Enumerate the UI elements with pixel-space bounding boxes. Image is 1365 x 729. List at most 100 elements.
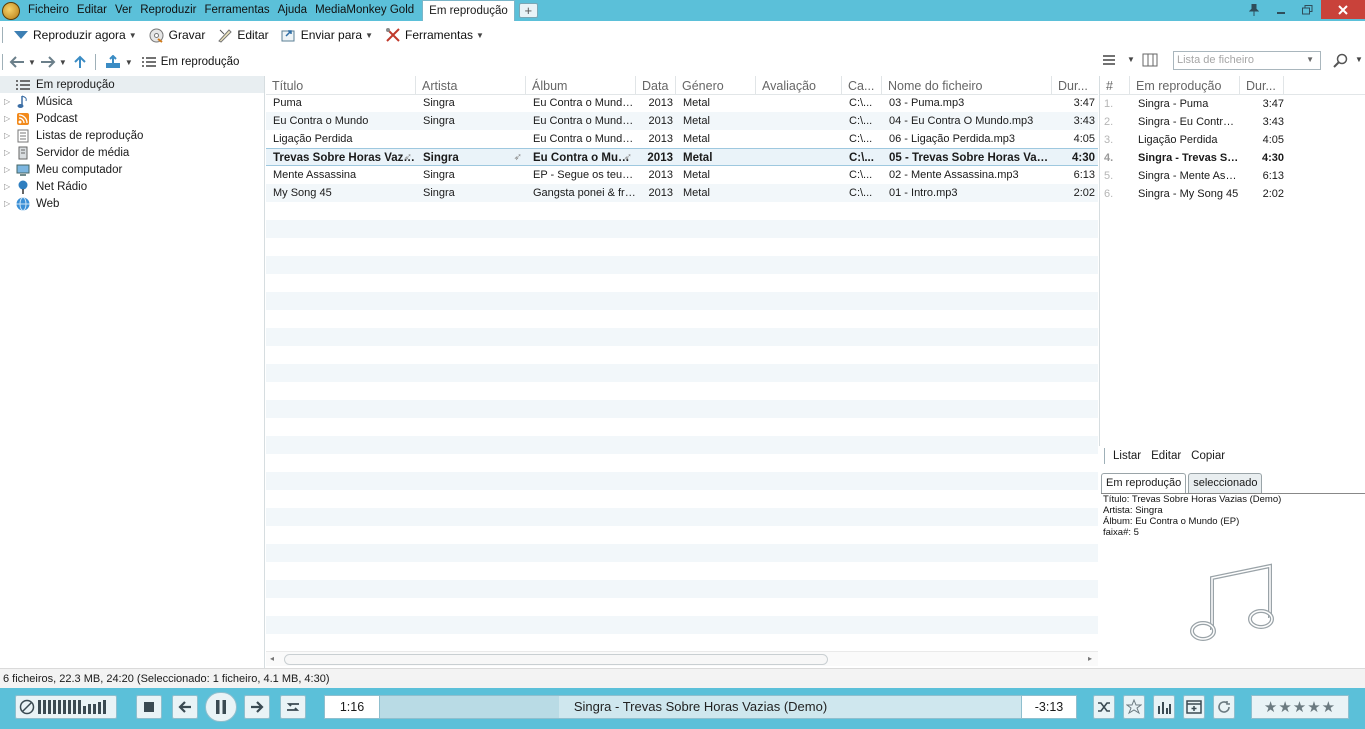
- column-header-duration[interactable]: Dur...: [1240, 76, 1284, 94]
- menu-ficheiro[interactable]: Ficheiro: [24, 0, 73, 21]
- equalizer-button[interactable]: [1153, 695, 1175, 719]
- tree-item-listas[interactable]: ▷ Listas de reprodução: [0, 127, 264, 144]
- add-tab-button[interactable]: +: [518, 3, 538, 18]
- seek-bar[interactable]: Singra - Trevas Sobre Horas Vazias (Demo…: [379, 695, 1022, 719]
- shuffle-button[interactable]: [1093, 695, 1115, 719]
- close-button[interactable]: [1321, 0, 1365, 19]
- expand-arrow-icon[interactable]: ▷: [4, 165, 16, 174]
- list-item[interactable]: 6. Singra - My Song 45 2:02: [1100, 185, 1365, 203]
- column-header-title[interactable]: Título: [266, 76, 416, 94]
- table-row[interactable]: Puma Singra Eu Contra o Mundo (EP) 2013 …: [266, 94, 1098, 112]
- burn-button[interactable]: Gravar: [143, 24, 212, 46]
- table-row[interactable]: Eu Contra o Mundo Singra Eu Contra o Mun…: [266, 112, 1098, 130]
- tree-item-meu-computador[interactable]: ▷ Meu computador: [0, 161, 264, 178]
- pin-icon[interactable]: [1240, 0, 1267, 19]
- next-button[interactable]: [244, 695, 270, 719]
- list-item[interactable]: 5. Singra - Mente Assassina 6:13: [1100, 167, 1365, 185]
- chevron-down-icon[interactable]: ▼: [1306, 55, 1314, 64]
- expand-arrow-icon[interactable]: ▷: [4, 131, 16, 140]
- elapsed-time[interactable]: 1:16: [324, 695, 380, 719]
- mute-volume-button[interactable]: [15, 695, 117, 719]
- chevron-down-icon[interactable]: ▼: [28, 58, 36, 67]
- column-header-rating[interactable]: Avaliação: [756, 76, 842, 94]
- column-header-genre[interactable]: Género: [676, 76, 756, 94]
- menu-ajuda[interactable]: Ajuda: [274, 0, 311, 21]
- up-button[interactable]: [69, 51, 91, 73]
- remaining-time[interactable]: -3:13: [1021, 695, 1077, 719]
- chevron-down-icon[interactable]: ▼: [125, 58, 133, 67]
- list-item[interactable]: 1. Singra - Puma 3:47: [1100, 95, 1365, 113]
- table-row[interactable]: Ligação Perdida Eu Contra o Mundo (EP) 2…: [266, 130, 1098, 148]
- tree-item-servidor[interactable]: ▷ Servidor de média: [0, 144, 264, 161]
- column-header-duration[interactable]: Dur...: [1052, 76, 1098, 94]
- tab-em-reproducao[interactable]: Em reprodução: [422, 0, 515, 21]
- breadcrumb[interactable]: Em reprodução: [137, 51, 244, 73]
- expand-arrow-icon[interactable]: ▷: [4, 97, 16, 106]
- previous-button[interactable]: [172, 695, 198, 719]
- search-input[interactable]: Lista de ficheiro ▼: [1173, 51, 1321, 70]
- tab-now-playing-info[interactable]: Em reprodução: [1101, 473, 1187, 493]
- list-button[interactable]: Listar: [1113, 450, 1141, 462]
- table-row[interactable]: Mente Assassina Singra EP - Segue os teu…: [266, 166, 1098, 184]
- tree-item-musica[interactable]: ▷ Música: [0, 93, 264, 110]
- menu-mediamonkey-gold[interactable]: MediaMonkey Gold: [311, 0, 418, 21]
- column-view-icon[interactable]: [1142, 53, 1158, 70]
- tools-button[interactable]: Ferramentas ▼: [379, 24, 490, 46]
- pause-button[interactable]: [205, 692, 237, 722]
- column-header-path[interactable]: Ca...: [842, 76, 882, 94]
- view-list-icon[interactable]: [1102, 54, 1116, 69]
- column-header-filename[interactable]: Nome do ficheiro: [882, 76, 1052, 94]
- column-header-album[interactable]: Álbum: [526, 76, 636, 94]
- tab-selected-info[interactable]: seleccionado: [1188, 473, 1263, 493]
- expand-arrow-icon[interactable]: ▷: [4, 148, 16, 157]
- sync-device-button[interactable]: ▼: [100, 51, 137, 73]
- search-icon[interactable]: [1333, 53, 1349, 72]
- cell-rating[interactable]: [756, 149, 842, 165]
- minimize-button[interactable]: [1267, 0, 1294, 19]
- column-header-now-playing[interactable]: Em reprodução: [1130, 76, 1240, 94]
- tree-item-net-radio[interactable]: ▷ Net Rádio: [0, 178, 264, 195]
- send-to-button[interactable]: Enviar para ▼: [275, 24, 379, 46]
- menu-reproduzir[interactable]: Reproduzir: [136, 0, 200, 21]
- menu-ferramentas[interactable]: Ferramentas: [200, 0, 273, 21]
- rating-stars[interactable]: ★★★★★: [1251, 695, 1349, 719]
- horizontal-scrollbar[interactable]: ◂ ▸: [266, 651, 1098, 666]
- maximize-button[interactable]: [1294, 0, 1321, 19]
- cell-rating[interactable]: [756, 130, 842, 148]
- play-now-button[interactable]: Reproduzir agora ▼: [7, 24, 143, 46]
- copy-button[interactable]: Copiar: [1191, 450, 1225, 462]
- chevron-down-icon[interactable]: ▼: [1355, 55, 1363, 64]
- tree-item-em-reproducao[interactable]: Em reprodução: [0, 76, 264, 93]
- chevron-down-icon[interactable]: ▼: [129, 31, 137, 40]
- cell-rating[interactable]: [756, 112, 842, 130]
- stop-button[interactable]: [136, 695, 162, 719]
- edit-button[interactable]: Editar: [211, 24, 274, 46]
- column-header-artist[interactable]: Artista: [416, 76, 526, 94]
- menu-editar[interactable]: Editar: [73, 0, 111, 21]
- column-header-number[interactable]: #: [1100, 76, 1130, 94]
- table-row[interactable]: My Song 45 Singra Gangsta ponei & friend…: [266, 184, 1098, 202]
- cell-rating[interactable]: [756, 184, 842, 202]
- table-row-playing[interactable]: Trevas Sobre Horas Vazias (Demo) ➶ Singr…: [266, 148, 1098, 166]
- tree-item-podcast[interactable]: ▷ Podcast: [0, 110, 264, 127]
- scroll-left-icon[interactable]: ◂: [270, 654, 274, 663]
- refresh-button[interactable]: [1213, 695, 1235, 719]
- mediamonkey-logo-icon[interactable]: [2, 1, 20, 20]
- menu-ver[interactable]: Ver: [111, 0, 136, 21]
- back-button[interactable]: ▼: [7, 51, 38, 73]
- list-item-playing[interactable]: 4. Singra - Trevas Sobre Horas Vazias (D…: [1100, 149, 1365, 167]
- scroll-right-icon[interactable]: ▸: [1088, 654, 1092, 663]
- expand-arrow-icon[interactable]: ▷: [4, 182, 16, 191]
- mini-player-button[interactable]: [1183, 695, 1205, 719]
- repeat-button[interactable]: [280, 695, 306, 719]
- expand-arrow-icon[interactable]: ▷: [4, 199, 16, 208]
- scrollbar-thumb[interactable]: [284, 654, 828, 665]
- cell-rating[interactable]: [756, 94, 842, 112]
- list-item[interactable]: 2. Singra - Eu Contra o Mundo 3:43: [1100, 113, 1365, 131]
- expand-arrow-icon[interactable]: ▷: [4, 114, 16, 123]
- chevron-down-icon[interactable]: ▼: [59, 58, 67, 67]
- edit-info-button[interactable]: Editar: [1151, 450, 1181, 462]
- forward-button[interactable]: ▼: [38, 51, 69, 73]
- column-header-date[interactable]: Data: [636, 76, 676, 94]
- favorite-button[interactable]: [1123, 695, 1145, 719]
